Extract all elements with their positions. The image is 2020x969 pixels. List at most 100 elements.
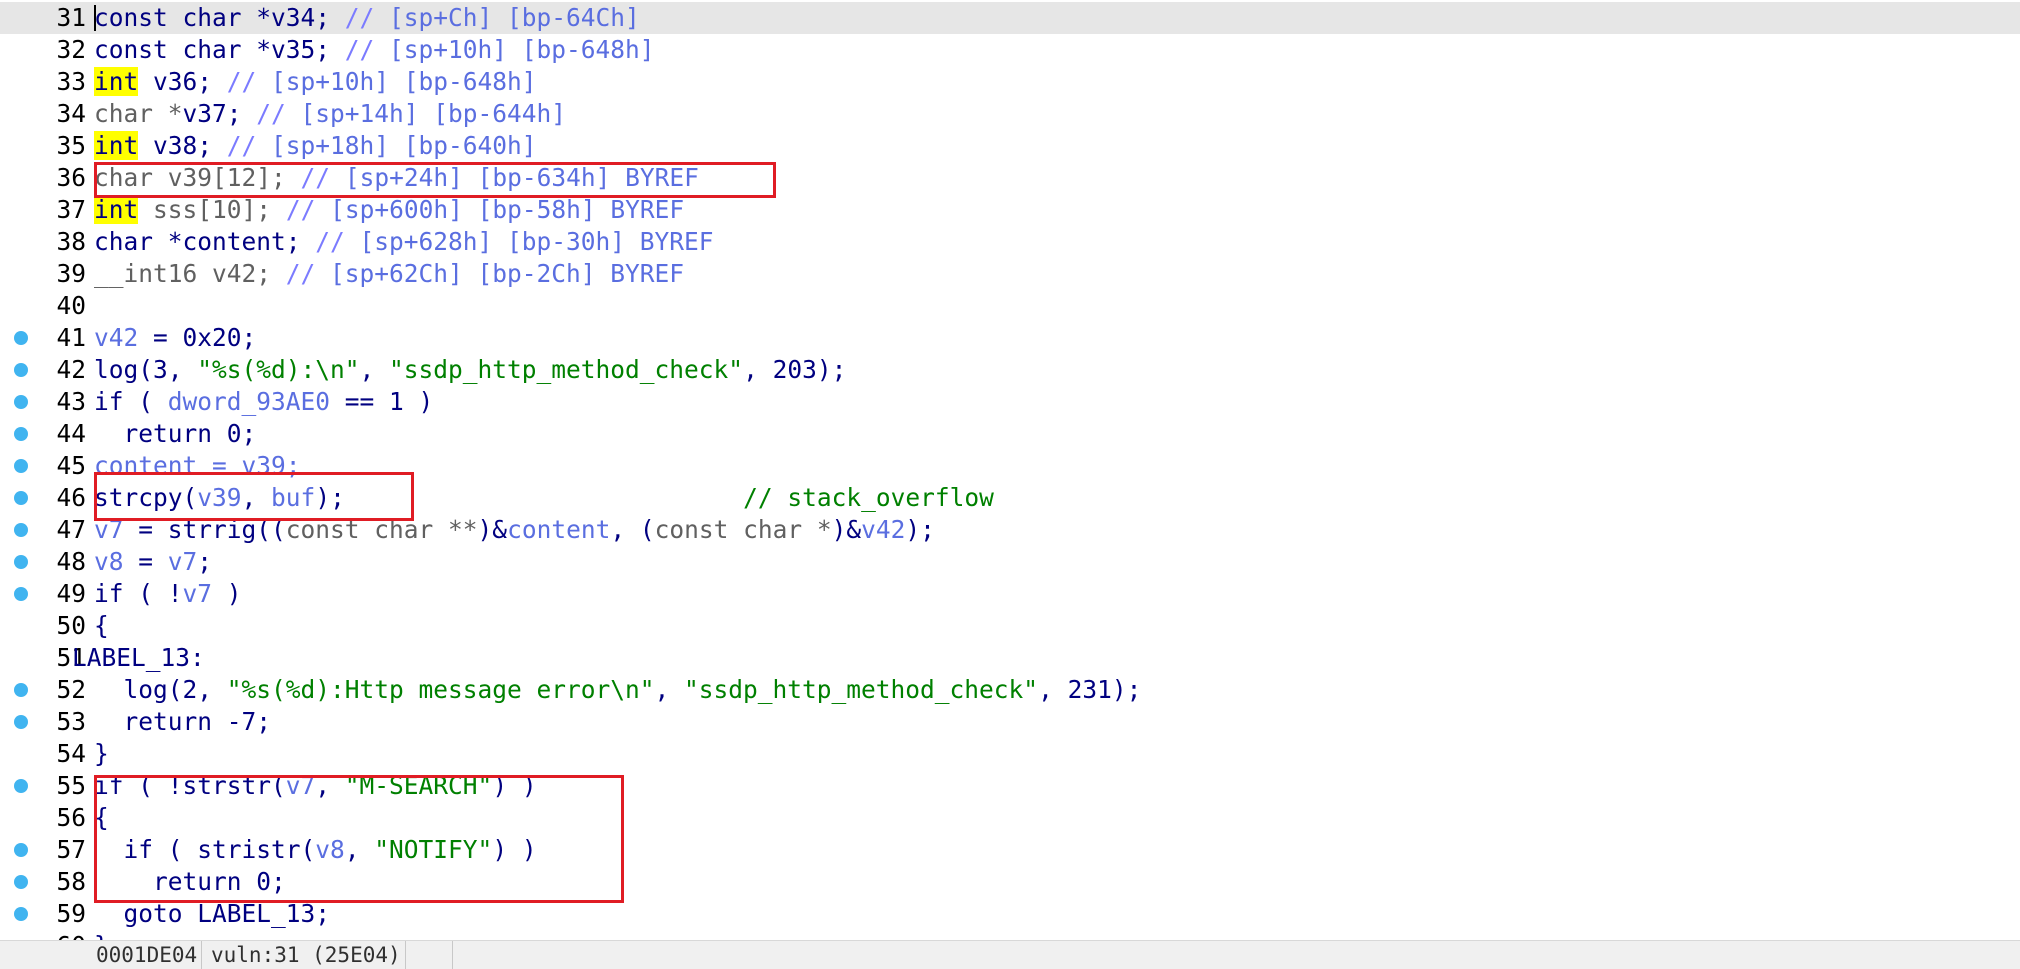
code-token: , <box>344 835 375 864</box>
line-number: 37 <box>56 195 86 224</box>
breakpoint-dot-icon[interactable] <box>14 523 28 537</box>
code-token: v36; <box>138 67 227 96</box>
code-text: int v38; // [sp+18h] [bp-640h] <box>94 130 537 162</box>
code-token: [sp+Ch] [bp-64Ch] <box>389 3 640 32</box>
code-token: "ssdp_http_method_check" <box>684 675 1039 704</box>
code-text: char v39[12]; // [sp+24h] [bp-634h] BYRE… <box>94 162 699 194</box>
code-line-52[interactable]: 52 log(2, "%s(%d):Http message error\n",… <box>0 674 2020 706</box>
code-line-46[interactable]: 46 strcpy(v39, buf); // stack_overflow <box>0 482 2020 514</box>
pseudocode-view[interactable]: 31 const char *v34; // [sp+Ch] [bp-64Ch] 3… <box>0 0 2020 940</box>
code-token: ) <box>212 579 242 608</box>
code-line-40[interactable]: 40 <box>0 290 2020 322</box>
code-token: char *content; <box>94 227 316 256</box>
code-token: int <box>94 131 139 160</box>
code-line-55[interactable]: 55 if ( !strstr(v7, "M-SEARCH") ) <box>0 770 2020 802</box>
code-token: if ( !strstr( <box>94 771 286 800</box>
breakpoint-dot-icon[interactable] <box>14 331 28 345</box>
code-line-42[interactable]: 42 log(3, "%s(%d):\n", "ssdp_http_method_… <box>0 354 2020 386</box>
code-line-53[interactable]: 53 return -7; <box>0 706 2020 738</box>
code-line-41[interactable]: 41 v42 = 0x20; <box>0 322 2020 354</box>
status-address: 0001DE04 <box>92 941 203 969</box>
code-line-31[interactable]: 31 const char *v34; // [sp+Ch] [bp-64Ch] <box>0 2 2020 34</box>
code-token: = 0x20; <box>138 323 257 352</box>
code-text: LABEL_13: <box>72 642 205 674</box>
code-line-32[interactable]: 32 const char *v35; // [sp+10h] [bp-648h] <box>0 34 2020 66</box>
code-token: v37; <box>182 99 257 128</box>
code-token: , <box>359 355 390 384</box>
breakpoint-dot-icon[interactable] <box>14 459 28 473</box>
code-token: v8 <box>315 835 345 864</box>
code-text: log(2, "%s(%d):Http message error\n", "s… <box>94 674 1142 706</box>
code-token: v7 <box>94 515 124 544</box>
code-token: )& <box>831 515 862 544</box>
line-number: 52 <box>56 675 86 704</box>
code-token: // <box>285 259 331 288</box>
code-line-59[interactable]: 59 goto LABEL_13; <box>0 898 2020 930</box>
code-token: "NOTIFY" <box>374 835 493 864</box>
code-text: __int16 v42; // [sp+62Ch] [bp-2Ch] BYREF <box>94 258 684 290</box>
line-number: 39 <box>56 259 86 288</box>
code-token: ); <box>905 515 935 544</box>
code-text: strcpy(v39, buf); // stack_overflow <box>94 482 994 514</box>
breakpoint-dot-icon[interactable] <box>14 427 28 441</box>
code-token: v39 <box>197 483 242 512</box>
code-token: // <box>226 131 272 160</box>
code-line-45[interactable]: 45 content = v39; <box>0 450 2020 482</box>
code-line-58[interactable]: 58 return 0; <box>0 866 2020 898</box>
code-text: v7 = strrig((const char **)&content, (co… <box>94 514 935 546</box>
breakpoint-dot-icon[interactable] <box>14 363 28 377</box>
code-line-50[interactable]: 50 { <box>0 610 2020 642</box>
code-line-37[interactable]: 37 int sss[10]; // [sp+600h] [bp-58h] BYR… <box>0 194 2020 226</box>
breakpoint-dot-icon[interactable] <box>14 395 28 409</box>
code-text: return -7; <box>94 706 272 738</box>
code-line-60[interactable]: 60} <box>0 930 2020 940</box>
status-empty-cell <box>424 941 453 969</box>
code-line-47[interactable]: 47 v7 = strrig((const char **)&content, (… <box>0 514 2020 546</box>
code-text: if ( dword_93AE0 == 1 ) <box>94 386 433 418</box>
code-line-51[interactable]: 51 LABEL_13: <box>0 642 2020 674</box>
code-text: goto LABEL_13; <box>94 898 331 930</box>
code-line-43[interactable]: 43 if ( dword_93AE0 == 1 ) <box>0 386 2020 418</box>
code-token: v42 <box>94 323 139 352</box>
breakpoint-dot-icon[interactable] <box>14 779 28 793</box>
line-number: 42 <box>56 355 86 384</box>
code-line-54[interactable]: 54} <box>0 738 2020 770</box>
breakpoint-dot-icon[interactable] <box>14 683 28 697</box>
code-token: // <box>344 3 390 32</box>
code-token: // <box>344 35 390 64</box>
code-line-44[interactable]: 44 return 0; <box>0 418 2020 450</box>
code-line-38[interactable]: 38 char *content; // [sp+628h] [bp-30h] B… <box>0 226 2020 258</box>
code-text: if ( !strstr(v7, "M-SEARCH") ) <box>94 770 537 802</box>
breakpoint-dot-icon[interactable] <box>14 587 28 601</box>
code-line-39[interactable]: 39 __int16 v42; // [sp+62Ch] [bp-2Ch] BYR… <box>0 258 2020 290</box>
breakpoint-dot-icon[interactable] <box>14 555 28 569</box>
breakpoint-dot-icon[interactable] <box>14 907 28 921</box>
line-number: 53 <box>56 707 86 736</box>
code-token: = <box>123 547 168 576</box>
code-line-49[interactable]: 49 if ( !v7 ) <box>0 578 2020 610</box>
status-bar: 0001DE04 vuln:31 (25E04) <box>0 940 2020 969</box>
breakpoint-dot-icon[interactable] <box>14 875 28 889</box>
code-text: } <box>94 738 109 770</box>
code-line-34[interactable]: 34 char *v37; // [sp+14h] [bp-644h] <box>0 98 2020 130</box>
code-line-57[interactable]: 57 if ( stristr(v8, "NOTIFY") ) <box>0 834 2020 866</box>
line-number: 45 <box>56 451 86 480</box>
line-number: 34 <box>56 99 86 128</box>
line-number: 59 <box>56 899 86 928</box>
code-token: ); <box>315 483 345 512</box>
code-text: const char *v34; // [sp+Ch] [bp-64Ch] <box>94 2 640 34</box>
line-number: 49 <box>56 579 86 608</box>
code-line-56[interactable]: 56 { <box>0 802 2020 834</box>
code-line-35[interactable]: 35 int v38; // [sp+18h] [bp-640h] <box>0 130 2020 162</box>
code-token: return -7; <box>94 707 272 736</box>
code-text: if ( stristr(v8, "NOTIFY") ) <box>94 834 537 866</box>
code-line-33[interactable]: 33 int v36; // [sp+10h] [bp-648h] <box>0 66 2020 98</box>
breakpoint-dot-icon[interactable] <box>14 491 28 505</box>
code-line-48[interactable]: 48 v8 = v7; <box>0 546 2020 578</box>
code-text: v42 = 0x20; <box>94 322 256 354</box>
breakpoint-dot-icon[interactable] <box>14 843 28 857</box>
code-line-36[interactable]: 36 char v39[12]; // [sp+24h] [bp-634h] BY… <box>0 162 2020 194</box>
breakpoint-dot-icon[interactable] <box>14 715 28 729</box>
code-token: v8 <box>94 547 124 576</box>
code-token: int <box>94 67 139 96</box>
